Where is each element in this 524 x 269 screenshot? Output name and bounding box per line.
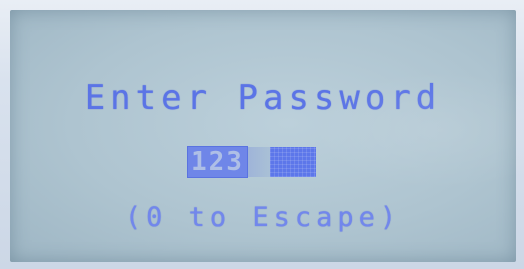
escape-hint-text: (0 to Escape) xyxy=(124,202,402,233)
password-field[interactable]: 123 xyxy=(187,144,316,180)
cursor-block xyxy=(269,147,316,177)
password-entered-digits: 123 xyxy=(187,146,248,178)
password-gap xyxy=(247,147,270,177)
prompt-text: Enter Password xyxy=(84,78,442,118)
lcd-screen: Enter Password 123 (0 to Escape) xyxy=(10,10,524,262)
lcd-photo: Enter Password 123 (0 to Escape) xyxy=(0,0,524,269)
